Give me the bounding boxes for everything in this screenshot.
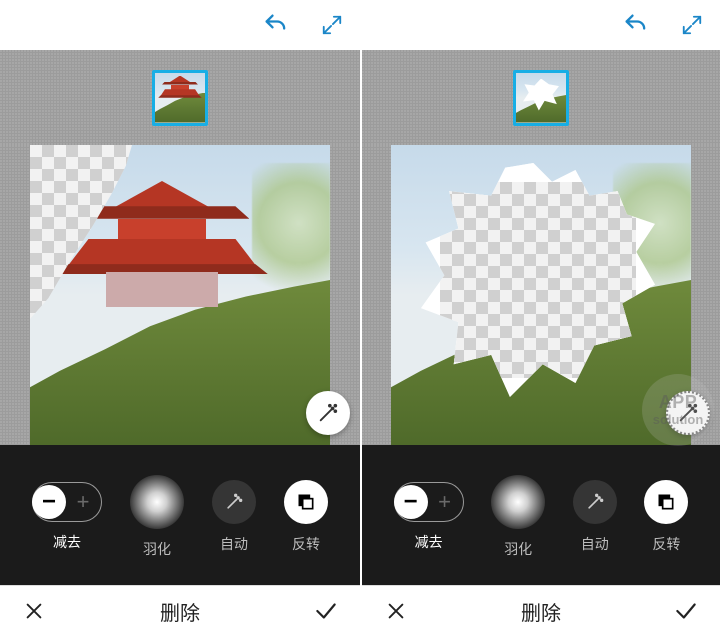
- image-canvas[interactable]: [391, 145, 691, 445]
- tool-auto-label: 自动: [581, 534, 609, 554]
- canvas-area[interactable]: [362, 145, 720, 445]
- cancel-button[interactable]: [380, 595, 412, 627]
- check-icon: [313, 598, 339, 624]
- minus-icon: −: [42, 488, 56, 516]
- undo-button[interactable]: [258, 7, 294, 43]
- close-icon: [23, 600, 45, 622]
- tool-subtract-label: 减去: [53, 532, 81, 552]
- image-canvas[interactable]: [30, 145, 330, 445]
- feather-icon: [130, 475, 184, 529]
- invert-icon: [644, 480, 688, 524]
- undo-icon: [622, 11, 650, 39]
- editor-pane-left: − + 减去 羽化 自动 反转 删除: [0, 0, 360, 636]
- expand-icon: [681, 14, 703, 36]
- layer-strip: [0, 50, 360, 145]
- magic-wand-fab[interactable]: [666, 391, 710, 435]
- auto-icon: [212, 480, 256, 524]
- tool-bar: − + 减去 羽化 自动 反转: [362, 445, 720, 585]
- bottom-bar: 删除: [362, 585, 720, 636]
- plus-icon: +: [428, 491, 462, 513]
- check-icon: [673, 598, 699, 624]
- magic-wand-icon: [677, 402, 699, 424]
- layer-thumbnail[interactable]: [513, 70, 569, 126]
- minus-plus-toggle[interactable]: − +: [32, 482, 102, 522]
- expand-icon: [321, 14, 343, 36]
- expand-button[interactable]: [314, 7, 350, 43]
- tool-invert-label: 反转: [292, 534, 320, 554]
- feather-icon: [491, 475, 545, 529]
- tool-invert-label: 反转: [652, 534, 680, 554]
- mode-title: 删除: [521, 597, 561, 626]
- tool-bar: − + 减去 羽化 自动 反转: [0, 445, 360, 585]
- tool-feather-label: 羽化: [504, 539, 532, 559]
- layer-strip: [362, 50, 720, 145]
- undo-icon: [262, 11, 290, 39]
- top-bar: [0, 0, 360, 50]
- tool-invert[interactable]: 反转: [284, 480, 328, 554]
- auto-icon: [573, 480, 617, 524]
- tool-subtract[interactable]: − + 减去: [32, 482, 102, 552]
- minus-icon: −: [404, 488, 418, 516]
- magic-wand-fab[interactable]: [306, 391, 350, 435]
- tool-subtract[interactable]: − + 减去: [394, 482, 464, 552]
- invert-icon: [284, 480, 328, 524]
- mode-title: 删除: [160, 597, 200, 626]
- tool-auto[interactable]: 自动: [212, 480, 256, 554]
- expand-button[interactable]: [674, 7, 710, 43]
- cancel-button[interactable]: [18, 595, 50, 627]
- tool-subtract-label: 减去: [415, 532, 443, 552]
- top-bar: [362, 0, 720, 50]
- undo-button[interactable]: [618, 7, 654, 43]
- confirm-button[interactable]: [670, 595, 702, 627]
- tool-auto[interactable]: 自动: [573, 480, 617, 554]
- magic-wand-icon: [317, 402, 339, 424]
- confirm-button[interactable]: [310, 595, 342, 627]
- close-icon: [385, 600, 407, 622]
- canvas-area[interactable]: [0, 145, 360, 445]
- tool-feather[interactable]: 羽化: [130, 475, 184, 559]
- tool-invert[interactable]: 反转: [644, 480, 688, 554]
- layer-thumbnail[interactable]: [152, 70, 208, 126]
- bottom-bar: 删除: [0, 585, 360, 636]
- tool-feather-label: 羽化: [143, 539, 171, 559]
- tool-feather[interactable]: 羽化: [491, 475, 545, 559]
- editor-pane-right: APP solution − + 减去 羽化 自动 反转: [360, 0, 720, 636]
- tool-auto-label: 自动: [220, 534, 248, 554]
- minus-plus-toggle[interactable]: − +: [394, 482, 464, 522]
- plus-icon: +: [66, 491, 100, 513]
